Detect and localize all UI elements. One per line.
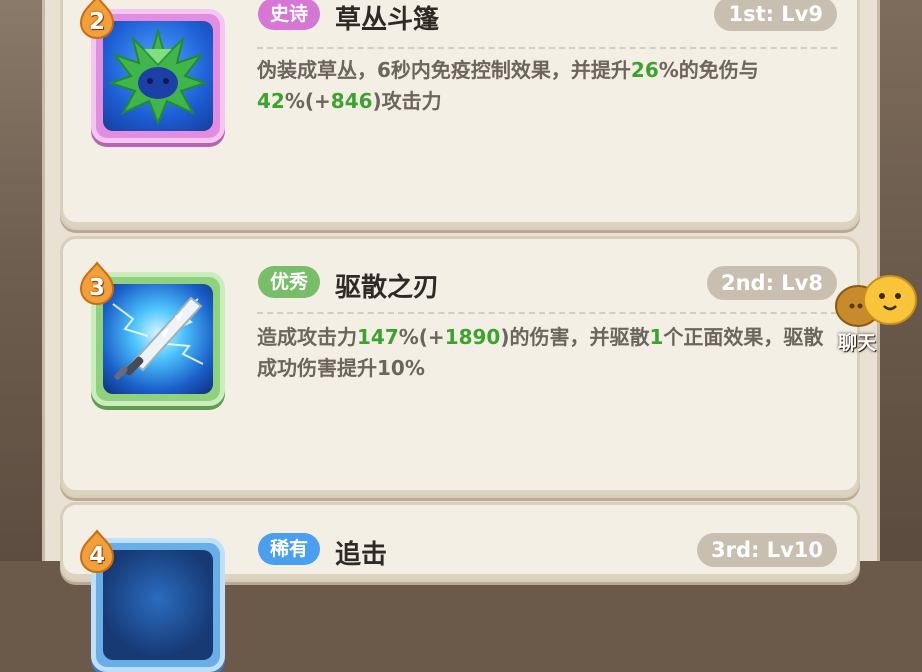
skill-name: 驱散之刃 [335,273,440,303]
desc-text: %(+ [398,325,445,349]
desc-value: 26 [630,58,659,82]
desc-text: 造成攻击力 [257,325,357,349]
chat-button[interactable]: 聊天 [830,272,920,358]
skill-order-number: 4 [88,543,105,569]
desc-value: 1890 [444,325,501,349]
divider [257,312,837,314]
skill-order-number: 2 [88,9,105,35]
desc-value: 42 [257,89,285,113]
skill-description: 伪装成草丛，6秒内免疫控制效果，并提升26%的免伤与 42%(+846)攻击力 [257,55,839,117]
rarity-tag: 史诗 [258,0,321,30]
desc-text: )攻击力 [372,89,442,113]
skill-order-badge: 2 [77,0,117,39]
skill-order-badge: 4 [77,529,117,573]
background-left [0,0,42,561]
skill-level-badge: 1st: Lv9 [714,0,837,31]
lightning-blade-icon [103,284,213,394]
chat-label: 聊天 [838,332,877,354]
desc-text: %的免伤与 [658,58,759,82]
skill-level-badge: 2nd: Lv8 [707,266,837,300]
desc-value: 147 [357,325,399,349]
skill-order-number: 3 [88,275,105,301]
rarity-tag: 稀有 [258,533,321,565]
bush-cloak-icon [103,21,213,131]
desc-text: %(+ [284,89,331,113]
skill-card[interactable]: 2 史诗 草丛斗篷 1st: Lv9 伪装成草丛，6秒内免疫控制效果，并提升26… [60,0,860,230]
skill-order-badge: 3 [77,261,117,305]
desc-value: 846 [330,89,373,113]
skill-description: 造成攻击力147%(+1890)的伤害，并驱散1个正面效果，驱散成功伤害提升10… [257,322,839,384]
skill-card[interactable]: 3 优秀 驱散之刃 2nd: Lv8 造成攻击力147%(+1890)的伤害，并… [60,236,860,498]
desc-value: 1 [649,325,664,349]
desc-text: 伪装成草丛，6秒内免疫控制效果，并提升 [257,58,631,82]
pursuit-icon [103,550,213,660]
chat-bubble-icon [835,275,917,327]
rarity-tag: 优秀 [258,266,321,298]
skill-name: 草丛斗篷 [335,5,440,35]
skill-card[interactable]: 4 稀有 追击 3rd: Lv10 [60,502,860,672]
desc-text: )的伤害，并驱散 [500,325,650,349]
skill-name: 追击 [335,540,388,570]
divider [257,47,837,49]
skill-level-badge: 3rd: Lv10 [696,533,837,567]
